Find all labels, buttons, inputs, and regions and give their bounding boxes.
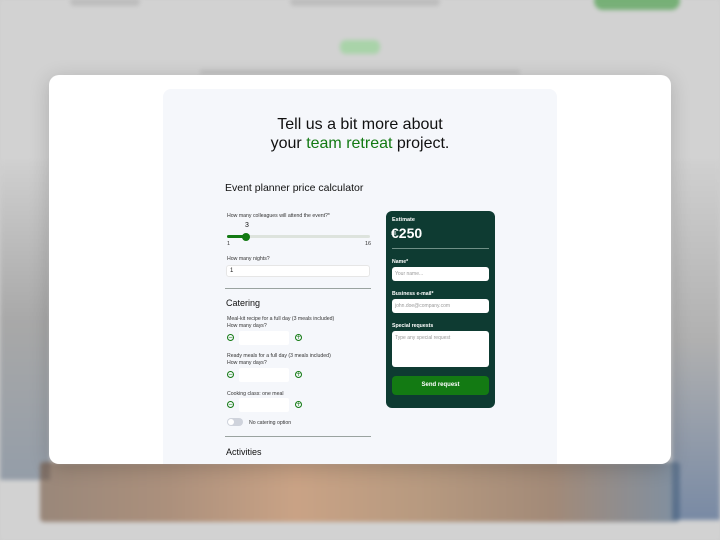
no-catering-label: No catering option bbox=[249, 420, 292, 426]
colleagues-slider[interactable] bbox=[227, 232, 370, 241]
catering-item-label: Cooking class: one meal bbox=[227, 391, 284, 397]
quantity-input[interactable] bbox=[239, 398, 289, 412]
background-image-left bbox=[0, 160, 50, 480]
background-accent bbox=[340, 40, 380, 54]
colleagues-value: 3 bbox=[245, 222, 249, 229]
minus-circle-icon[interactable]: − bbox=[227, 401, 234, 408]
card-divider bbox=[392, 248, 489, 249]
colleagues-label: How many colleagues will attend the even… bbox=[227, 213, 330, 219]
calculator-title: Event planner price calculator bbox=[225, 182, 364, 194]
days-input[interactable] bbox=[239, 368, 289, 382]
no-catering-toggle[interactable] bbox=[227, 418, 243, 426]
activities-title: Activities bbox=[226, 447, 262, 457]
headline-suffix: project. bbox=[392, 135, 450, 152]
estimate-label: Estimate bbox=[392, 217, 415, 223]
background-image-strip bbox=[40, 462, 680, 522]
calculator-modal: Tell us a bit more about your team retre… bbox=[49, 75, 671, 464]
catering-title: Catering bbox=[226, 298, 261, 308]
slider-min-label: 1 bbox=[227, 241, 231, 247]
headline-line-2: your team retreat project. bbox=[163, 134, 557, 153]
catering-item-label: Meal-kit recipe for a full day (3 meals … bbox=[227, 316, 335, 322]
catering-item-label: Ready meals for a full day (3 meals incl… bbox=[227, 353, 331, 359]
nights-label: How many nights? bbox=[227, 256, 270, 262]
special-requests-label: Special requests bbox=[392, 323, 434, 329]
divider bbox=[225, 288, 371, 289]
estimate-card: Estimate €250 Name* Your name... Busines… bbox=[386, 211, 495, 408]
plus-circle-icon[interactable]: + bbox=[295, 401, 302, 408]
minus-circle-icon[interactable]: − bbox=[227, 371, 234, 378]
nights-input[interactable]: 1 bbox=[226, 265, 370, 277]
plus-circle-icon[interactable]: + bbox=[295, 371, 302, 378]
divider bbox=[225, 436, 371, 437]
plus-circle-icon[interactable]: + bbox=[295, 334, 302, 341]
email-label: Business e-mail* bbox=[392, 291, 434, 297]
calculator-panel: Tell us a bit more about your team retre… bbox=[163, 89, 557, 464]
special-requests-field[interactable]: Type any special request bbox=[392, 331, 489, 367]
estimate-value: €250 bbox=[391, 225, 423, 241]
headline-line-1: Tell us a bit more about bbox=[277, 116, 443, 133]
toggle-knob bbox=[228, 419, 234, 425]
headline-prefix: your bbox=[270, 135, 307, 152]
minus-circle-icon[interactable]: − bbox=[227, 334, 234, 341]
catering-item-sublabel: How many days? bbox=[227, 360, 267, 366]
headline-accent: team retreat bbox=[306, 135, 393, 152]
slider-max-label: 16 bbox=[365, 241, 372, 247]
days-input[interactable] bbox=[239, 331, 289, 345]
background-button bbox=[594, 0, 680, 10]
page-headline: Tell us a bit more about your team retre… bbox=[163, 115, 557, 153]
name-field[interactable]: Your name... bbox=[392, 267, 489, 281]
background-bar bbox=[290, 0, 440, 6]
background-bar bbox=[200, 70, 520, 74]
catering-item-sublabel: How many days? bbox=[227, 323, 267, 329]
name-label: Name* bbox=[392, 259, 409, 265]
email-field[interactable]: john.doe@company.com bbox=[392, 299, 489, 313]
send-request-button[interactable]: Send request bbox=[392, 376, 489, 395]
slider-handle[interactable] bbox=[242, 232, 251, 241]
background-bar bbox=[70, 0, 140, 6]
